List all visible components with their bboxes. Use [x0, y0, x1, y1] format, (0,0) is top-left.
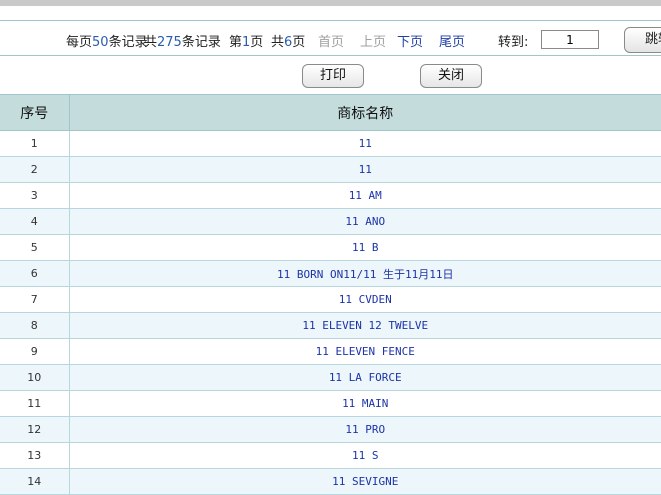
action-bar: 打印 关闭 [0, 57, 661, 94]
row-index: 2 [0, 156, 70, 183]
trademark-name[interactable]: 11 B [69, 234, 661, 261]
row-index: 6 [0, 260, 70, 287]
pages-suffix: 页 [292, 35, 306, 50]
per-page-suffix: 条记录 [108, 35, 148, 50]
row-index: 5 [0, 234, 70, 261]
table-row: 6 11 BORN ON11/11 生于11月11日 [0, 260, 661, 287]
trademark-table: 序号 商标名称 1 11 2 11 3 11 AM 4 11 ANO 5 11 B 6 11… [0, 94, 661, 495]
row-index: 3 [0, 182, 70, 209]
goto-label: 转到: [498, 35, 529, 50]
trademark-name[interactable]: 11 PRO [69, 416, 661, 443]
table-row: 5 11 B [0, 234, 661, 261]
per-page-prefix: 每页 [66, 35, 93, 50]
row-index: 8 [0, 312, 70, 339]
table-row: 11 11 MAIN [0, 390, 661, 417]
table-row: 3 11 AM [0, 182, 661, 209]
total-prefix: 共 [144, 35, 158, 50]
trademark-name[interactable]: 11 [69, 130, 661, 157]
trademark-name[interactable]: 11 S [69, 442, 661, 469]
table-row: 7 11 CVDEN [0, 286, 661, 313]
total-records-info: 共275条记录 [144, 31, 221, 50]
next-page-link[interactable]: 下页 [397, 31, 423, 50]
total-count: 275 [157, 35, 182, 50]
row-index: 9 [0, 338, 70, 365]
trademark-name[interactable]: 11 SEVIGNE [69, 468, 661, 495]
table-row: 4 11 ANO [0, 208, 661, 235]
pagination-bar: 每页50条记录 共275条记录 第1页 共6页 首页 上页 下页 尾页 转到: … [0, 20, 661, 56]
row-index: 7 [0, 286, 70, 313]
table-row: 12 11 PRO [0, 416, 661, 443]
window-top-strip [0, 0, 661, 6]
row-index: 10 [0, 364, 70, 391]
trademark-name[interactable]: 11 ANO [69, 208, 661, 235]
table-row: 2 11 [0, 156, 661, 183]
row-index: 13 [0, 442, 70, 469]
column-header-trademark-name: 商标名称 [69, 94, 661, 131]
table-header-row: 序号 商标名称 [0, 94, 661, 131]
current-page-info: 第1页 [229, 31, 263, 50]
row-index: 1 [0, 130, 70, 157]
page-prefix: 第 [229, 35, 243, 50]
first-page-link[interactable]: 首页 [318, 31, 344, 50]
trademark-name[interactable]: 11 CVDEN [69, 286, 661, 313]
total-pages-info: 共6页 [271, 31, 305, 50]
per-page-info: 每页50条记录 [66, 31, 148, 50]
trademark-name[interactable]: 11 LA FORCE [69, 364, 661, 391]
trademark-name[interactable]: 11 AM [69, 182, 661, 209]
table-row: 8 11 ELEVEN 12 TWELVE [0, 312, 661, 339]
table-row: 14 11 SEVIGNE [0, 468, 661, 495]
prev-page-link[interactable]: 上页 [360, 31, 386, 50]
trademark-name[interactable]: 11 MAIN [69, 390, 661, 417]
print-button[interactable]: 打印 [302, 64, 364, 88]
table-row: 10 11 LA FORCE [0, 364, 661, 391]
trademark-name[interactable]: 11 ELEVEN 12 TWELVE [69, 312, 661, 339]
per-page-count: 50 [92, 35, 109, 50]
table-row: 9 11 ELEVEN FENCE [0, 338, 661, 365]
trademark-name[interactable]: 11 BORN ON11/11 生于11月11日 [69, 260, 661, 287]
goto-page-input[interactable] [541, 30, 599, 49]
close-button[interactable]: 关闭 [420, 64, 482, 88]
trademark-name[interactable]: 11 ELEVEN FENCE [69, 338, 661, 365]
page-suffix: 页 [250, 35, 264, 50]
last-page-link[interactable]: 尾页 [439, 31, 465, 50]
row-index: 11 [0, 390, 70, 417]
row-index: 14 [0, 468, 70, 495]
pages-prefix: 共 [271, 35, 285, 50]
total-suffix: 条记录 [181, 35, 221, 50]
table-row: 1 11 [0, 130, 661, 157]
row-index: 4 [0, 208, 70, 235]
table-row: 13 11 S [0, 442, 661, 469]
column-header-index: 序号 [0, 94, 70, 131]
goto-button[interactable]: 跳转 [624, 27, 661, 53]
trademark-name[interactable]: 11 [69, 156, 661, 183]
row-index: 12 [0, 416, 70, 443]
